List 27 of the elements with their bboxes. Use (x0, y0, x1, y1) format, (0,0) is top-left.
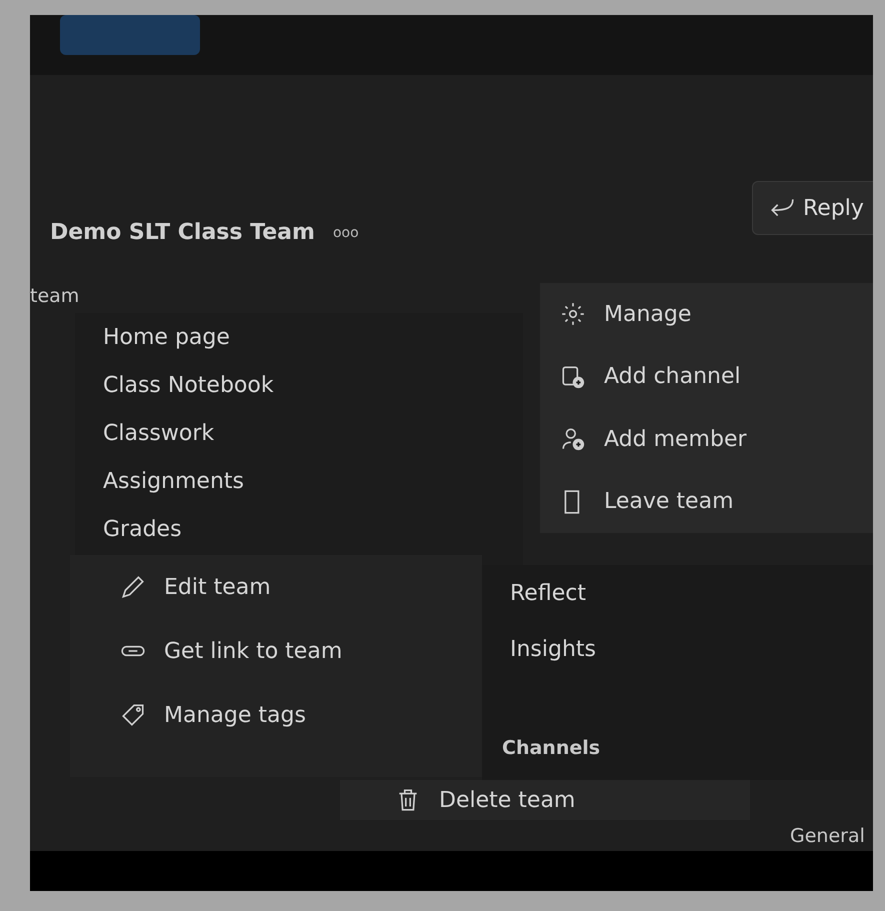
more-options[interactable]: ooo (332, 224, 359, 240)
menu-item[interactable]: Edit team (70, 555, 482, 619)
tag-icon (120, 702, 146, 728)
team-label: team (30, 285, 80, 307)
menu-item[interactable]: Class Notebook (75, 361, 523, 409)
menu-item[interactable]: Get link to team (70, 619, 482, 683)
menu-item[interactable]: Home page (75, 313, 523, 361)
menu-item[interactable]: Manage tags (70, 683, 482, 747)
menu-item[interactable]: Add channel (540, 346, 873, 408)
channel-name[interactable]: General (790, 825, 873, 847)
menu-item[interactable]: Leave team (540, 470, 873, 533)
add-channel-icon (560, 364, 586, 390)
section-heading: Channels (502, 737, 602, 759)
menu-item[interactable]: Assignments (75, 457, 523, 505)
delete-team-item[interactable]: Delete team (340, 780, 750, 820)
menu-item[interactable]: Add member (540, 408, 873, 470)
menu-item[interactable]: Insights (482, 621, 873, 677)
menu-item[interactable]: Classwork (75, 409, 523, 457)
reply-button[interactable]: Reply (752, 181, 873, 235)
menu-item[interactable]: Manage (540, 283, 873, 346)
menu-item[interactable]: Reflect (482, 565, 873, 621)
menu-item[interactable]: Grades (75, 505, 523, 553)
pencil-icon (120, 574, 146, 600)
gear-icon (560, 301, 586, 328)
add-person-icon (560, 426, 586, 452)
team-title: Demo SLT Class Team (50, 220, 315, 245)
reply-arrow-icon (769, 197, 795, 219)
